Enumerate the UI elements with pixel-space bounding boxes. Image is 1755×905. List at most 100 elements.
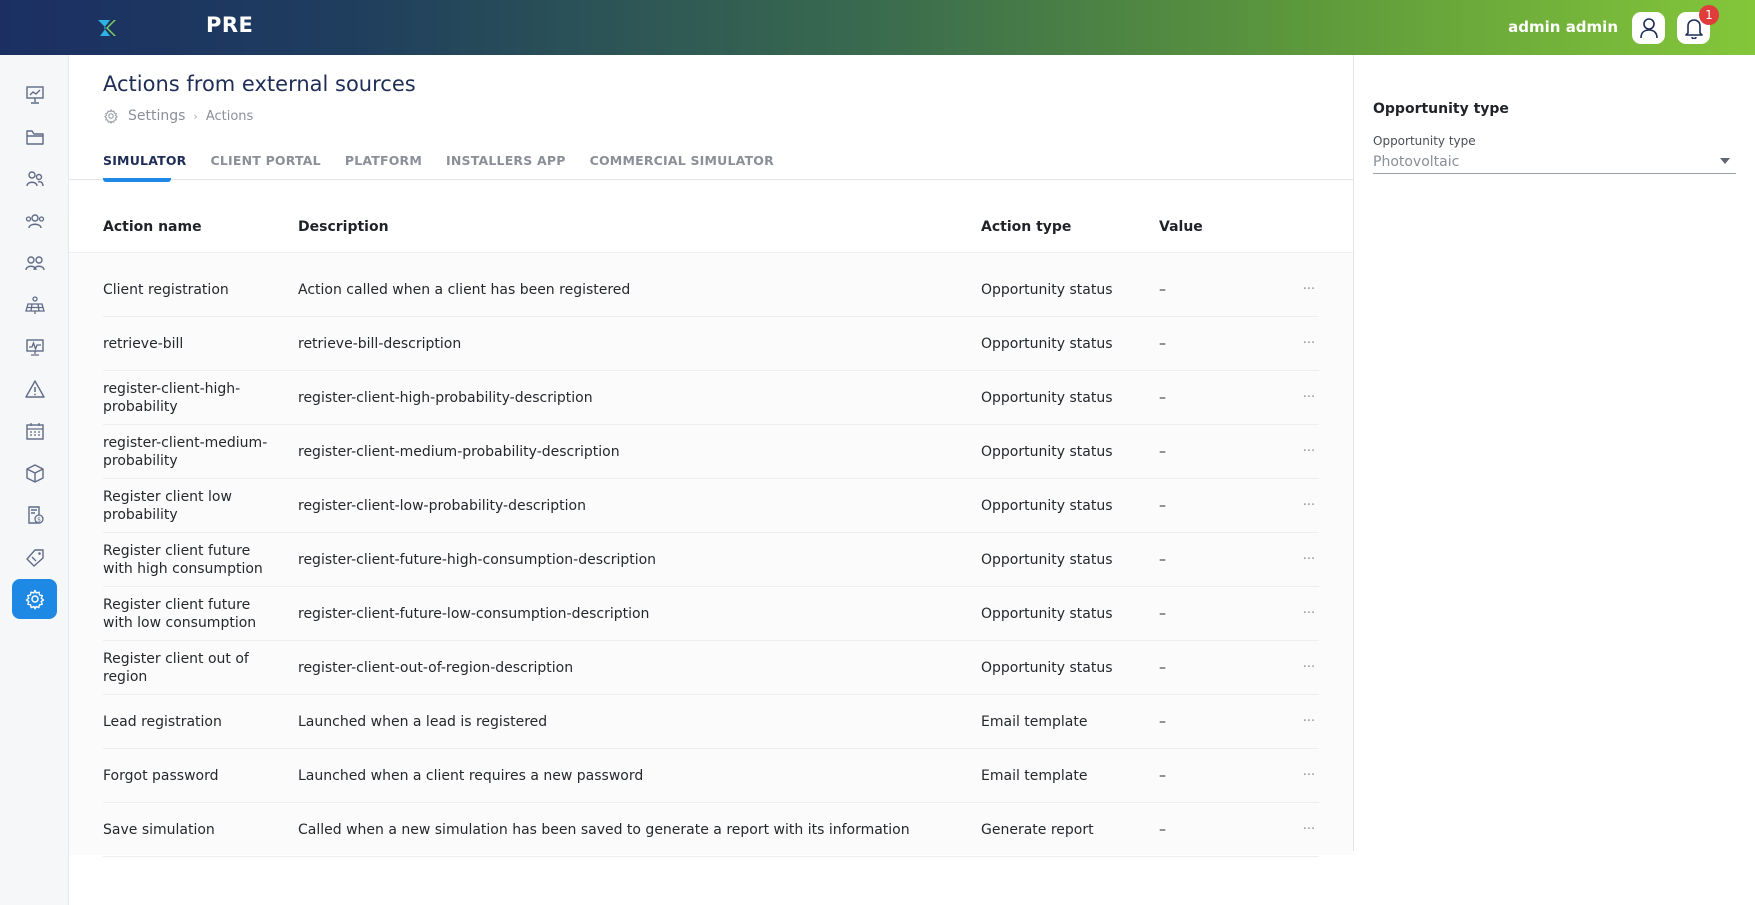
action-type-cell: Generate report (981, 822, 1094, 838)
more-options-button[interactable]: ··· (1299, 425, 1319, 479)
breadcrumb-separator: › (193, 109, 198, 123)
value-cell: – (1159, 336, 1166, 352)
sidebar-item-settings[interactable] (12, 579, 57, 619)
more-options-button[interactable]: ··· (1299, 479, 1319, 533)
sidebar-item-monitoring[interactable] (12, 327, 57, 367)
column-header-action-type[interactable]: Action type (981, 219, 1071, 235)
app-name: PRE (206, 13, 254, 37)
table-row[interactable]: Client registration Action called when a … (103, 263, 1319, 317)
table-row[interactable]: Lead registration Launched when a lead is… (103, 695, 1319, 749)
description-cell: Called when a new simulation has been sa… (298, 822, 910, 838)
action-type-cell: Email template (981, 714, 1088, 730)
table-row[interactable]: Register client low probability register-… (103, 479, 1319, 533)
user-name[interactable]: admin admin (1508, 18, 1618, 36)
opportunity-type-label: Opportunity type (1373, 134, 1476, 148)
value-cell: – (1159, 606, 1166, 622)
sidebar-item-offers[interactable] (12, 537, 57, 577)
more-options-button[interactable]: ··· (1299, 317, 1319, 371)
sidebar-item-teams[interactable] (12, 201, 57, 241)
notifications-button[interactable]: 1 (1677, 5, 1719, 44)
breadcrumb: Settings › Actions (103, 108, 253, 124)
action-name-cell: Register client future with low consumpt… (103, 597, 257, 631)
description-cell: Launched when a client requires a new pa… (298, 768, 644, 784)
tab-installers-app[interactable]: INSTALLERS APP (446, 153, 566, 179)
tabs-divider (69, 179, 1353, 180)
more-options-button[interactable]: ··· (1299, 695, 1319, 749)
sidebar-item-clients[interactable] (12, 159, 57, 199)
logo-icon[interactable] (96, 17, 118, 39)
box-icon (25, 464, 44, 483)
value-cell: – (1159, 822, 1166, 838)
description-cell: Action called when a client has been reg… (298, 282, 631, 298)
action-type-cell: Opportunity status (981, 282, 1113, 298)
user-profile-button[interactable] (1632, 12, 1665, 44)
action-type-cell: Opportunity status (981, 660, 1113, 676)
table-row[interactable]: Forgot password Launched when a client re… (103, 749, 1319, 803)
top-bar: PRE admin admin 1 (0, 0, 1755, 55)
sidebar-item-users[interactable] (12, 243, 57, 283)
sidebar-item-projects[interactable] (12, 117, 57, 157)
table-row[interactable]: register-client-medium-probability regist… (103, 425, 1319, 479)
tab-platform[interactable]: PLATFORM (345, 153, 422, 179)
sidebar-item-incidents[interactable] (12, 369, 57, 409)
action-type-cell: Opportunity status (981, 498, 1113, 514)
sidebar-item-dashboard[interactable] (12, 75, 57, 115)
more-options-button[interactable]: ··· (1299, 803, 1319, 857)
table-row[interactable]: Save simulation Called when a new simulat… (103, 803, 1319, 857)
presentation-icon (25, 86, 44, 104)
action-name-cell: Register client future with high consump… (103, 543, 263, 577)
tab-client-portal[interactable]: CLIENT PORTAL (211, 153, 321, 179)
tab-commercial-simulator[interactable]: COMMERCIAL SIMULATOR (590, 153, 774, 179)
active-tab-indicator (103, 178, 171, 182)
calendar-icon (25, 423, 44, 440)
filter-panel: Opportunity type Opportunity type Photov… (1353, 55, 1755, 851)
sidebar-item-billing[interactable]: $ (12, 495, 57, 535)
table-row[interactable]: Register client future with low consumpt… (103, 587, 1319, 641)
tab-simulator[interactable]: SIMULATOR (103, 153, 187, 179)
warning-icon (24, 380, 45, 398)
value-cell: – (1159, 390, 1166, 406)
table-row[interactable]: Register client out of region register-cl… (103, 641, 1319, 695)
table-row[interactable]: register-client-high-probability register… (103, 371, 1319, 425)
breadcrumb-settings-link[interactable]: Settings (128, 108, 185, 124)
settings-gear-icon (104, 109, 118, 124)
value-cell: – (1159, 714, 1166, 730)
description-cell: register-client-medium-probability-descr… (298, 444, 620, 460)
column-header-description[interactable]: Description (298, 219, 389, 235)
action-type-cell: Opportunity status (981, 390, 1113, 406)
notification-badge: 1 (1699, 5, 1719, 25)
action-type-cell: Opportunity status (981, 444, 1113, 460)
table-row[interactable]: Register client future with high consump… (103, 533, 1319, 587)
more-options-button[interactable]: ··· (1299, 263, 1319, 317)
more-options-button[interactable]: ··· (1299, 641, 1319, 695)
value-cell: – (1159, 282, 1166, 298)
chevron-down-icon (1720, 158, 1730, 164)
action-name-cell: Client registration (103, 282, 229, 298)
action-name-cell: Lead registration (103, 714, 222, 730)
team-icon (25, 214, 44, 229)
column-header-action-name[interactable]: Action name (103, 219, 202, 235)
value-cell: – (1159, 660, 1166, 676)
description-cell: register-client-high-probability-descrip… (298, 390, 593, 406)
value-cell: – (1159, 498, 1166, 514)
description-cell: register-client-future-high-consumption-… (298, 552, 657, 568)
description-cell: register-client-low-probability-descript… (298, 498, 586, 514)
actions-table: Client registration Action called when a … (69, 253, 1353, 857)
sidebar-item-installations[interactable] (12, 285, 57, 325)
more-options-button[interactable]: ··· (1299, 587, 1319, 641)
users-icon (24, 256, 45, 271)
more-options-button[interactable]: ··· (1299, 371, 1319, 425)
more-options-button[interactable]: ··· (1299, 749, 1319, 803)
value-cell: – (1159, 768, 1166, 784)
value-cell: – (1159, 444, 1166, 460)
more-options-button[interactable]: ··· (1299, 533, 1319, 587)
tag-icon (25, 549, 44, 567)
column-header-value[interactable]: Value (1159, 219, 1203, 235)
table-row[interactable]: retrieve-bill retrieve-bill-description Op… (103, 317, 1319, 371)
folder-icon (25, 130, 44, 145)
sidebar-item-products[interactable] (12, 453, 57, 493)
user-icon (1639, 18, 1658, 39)
opportunity-type-select[interactable]: Photovoltaic (1373, 152, 1736, 174)
sidebar-item-calendar[interactable] (12, 411, 57, 451)
action-name-cell: Register client out of region (103, 651, 249, 685)
